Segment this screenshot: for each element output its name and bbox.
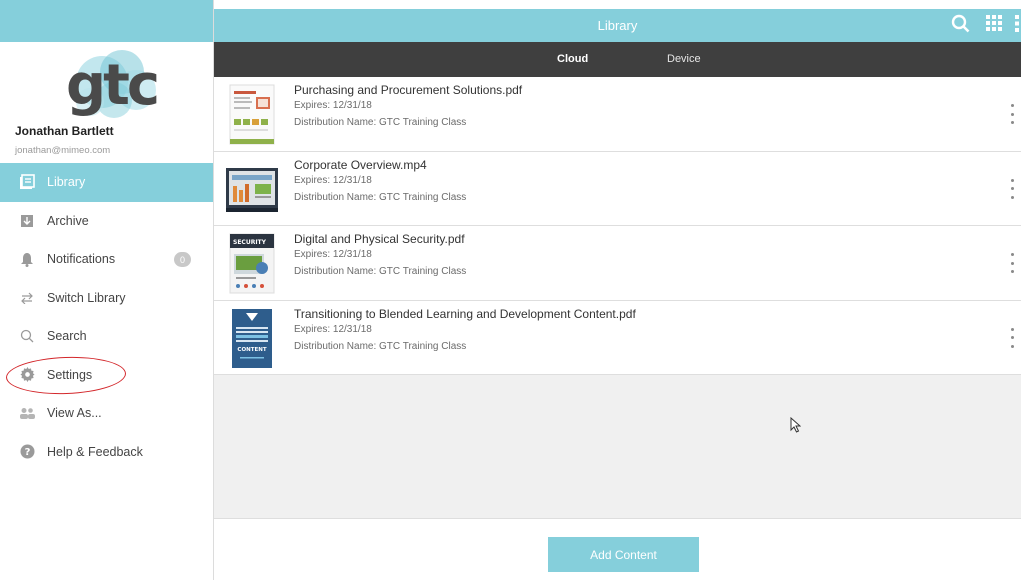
svg-text:?: ? (24, 447, 30, 458)
sidebar-item-switch-library[interactable]: Switch Library (0, 279, 213, 318)
svg-text:gtc: gtc (66, 53, 157, 118)
item-more-button[interactable] (1007, 178, 1017, 199)
sidebar-item-archive[interactable]: Archive (0, 202, 213, 241)
user-email: jonathan@mimeo.com (15, 145, 111, 156)
document-distribution: Distribution Name: GTC Training Class (294, 266, 467, 277)
sidebar-item-help[interactable]: ? Help & Feedback (0, 433, 213, 472)
sidebar-item-label: Switch Library (47, 290, 126, 305)
document-thumbnail: CONTENT (226, 307, 278, 370)
document-distribution: Distribution Name: GTC Training Class (294, 117, 467, 128)
header-more-button[interactable] (1013, 14, 1021, 37)
document-thumbnail (226, 83, 278, 146)
sidebar-item-label: Notifications (47, 252, 116, 267)
archive-icon (18, 212, 36, 230)
document-expiry: Expires: 12/31/18 (294, 323, 372, 335)
add-content-button[interactable]: Add Content (548, 537, 699, 572)
document-expiry: Expires: 12/31/18 (294, 100, 372, 111)
tab-cloud[interactable]: Cloud (557, 53, 588, 65)
search-icon (18, 327, 36, 345)
document-expiry: Expires: 12/31/18 (294, 174, 372, 186)
sidebar-nav: Library Archive Notifications 0 Switch L… (0, 163, 213, 471)
document-title: Corporate Overview.mp4 (294, 157, 427, 172)
app-window: gtc Jonathan Bartlett jonathan@mimeo.com… (0, 0, 1021, 580)
document-expiry: Expires: 12/31/18 (294, 249, 372, 260)
help-icon: ? (18, 443, 36, 461)
document-title: Purchasing and Procurement Solutions.pdf (294, 83, 523, 97)
users-icon (18, 404, 36, 422)
notifications-badge: 0 (174, 252, 191, 267)
document-list: Purchasing and Procurement Solutions.pdf… (214, 77, 1021, 375)
header-apps-button[interactable] (983, 15, 1005, 36)
more-vertical-icon (1010, 104, 1014, 107)
page-title: Library (597, 18, 638, 33)
list-item[interactable]: Purchasing and Procurement Solutions.pdf… (214, 77, 1021, 152)
document-thumbnail: SECURITY (226, 232, 278, 295)
library-icon (18, 173, 36, 191)
sidebar-item-label: Library (47, 175, 86, 190)
document-distribution: Distribution Name: GTC Training Class (294, 191, 467, 203)
document-title: Digital and Physical Security.pdf (294, 232, 465, 246)
tab-bar: Cloud Device (214, 42, 1021, 77)
more-vertical-icon (1010, 327, 1014, 331)
sidebar-item-label: Search (47, 329, 87, 344)
more-vertical-icon (1010, 253, 1014, 256)
document-distribution: Distribution Name: GTC Training Class (294, 340, 467, 352)
sidebar-item-search[interactable]: Search (0, 317, 213, 356)
thumb-text: SECURITY (233, 239, 267, 246)
tab-device[interactable]: Device (667, 53, 701, 65)
search-icon (951, 14, 970, 38)
mouse-cursor-icon (790, 416, 802, 438)
list-item[interactable]: SECURITY Digital and Physical Security.p… (214, 226, 1021, 301)
sidebar-item-label: View As... (47, 406, 102, 421)
footer-bar: Add Content (214, 518, 1021, 580)
sidebar-item-notifications[interactable]: Notifications 0 (0, 240, 213, 279)
gear-icon (18, 366, 36, 384)
apps-grid-icon (986, 15, 1002, 36)
sidebar-item-label: Settings (47, 367, 93, 382)
document-title: Transitioning to Blended Learning and De… (294, 306, 636, 321)
bell-icon (18, 250, 36, 268)
switch-arrows-icon (18, 289, 36, 307)
list-item[interactable]: Corporate Overview.mp4 Expires: 12/31/18… (214, 152, 1021, 226)
user-name: Jonathan Bartlett (15, 124, 114, 138)
list-item[interactable]: CONTENT Transitioning to Blended Learnin… (214, 301, 1021, 375)
item-more-button[interactable] (1007, 104, 1017, 124)
header-search-button[interactable] (949, 14, 971, 38)
more-vertical-icon (1015, 14, 1019, 37)
sidebar-item-view-as[interactable]: View As... (0, 394, 213, 433)
gtc-logo: gtc (40, 44, 170, 122)
top-header: Library (214, 9, 1021, 42)
sidebar-item-label: Archive (47, 213, 89, 228)
more-vertical-icon (1010, 178, 1014, 182)
sidebar-item-library[interactable]: Library (0, 163, 213, 202)
item-more-button[interactable] (1007, 327, 1017, 348)
sidebar: gtc Jonathan Bartlett jonathan@mimeo.com… (0, 0, 214, 580)
main-content: Purchasing and Procurement Solutions.pdf… (214, 77, 1021, 580)
sidebar-header-bar (0, 0, 213, 42)
thumb-text: CONTENT (237, 347, 266, 353)
document-thumbnail (226, 158, 278, 221)
item-more-button[interactable] (1007, 253, 1017, 273)
sidebar-item-settings[interactable]: Settings (0, 356, 213, 395)
sidebar-item-label: Help & Feedback (47, 444, 143, 459)
